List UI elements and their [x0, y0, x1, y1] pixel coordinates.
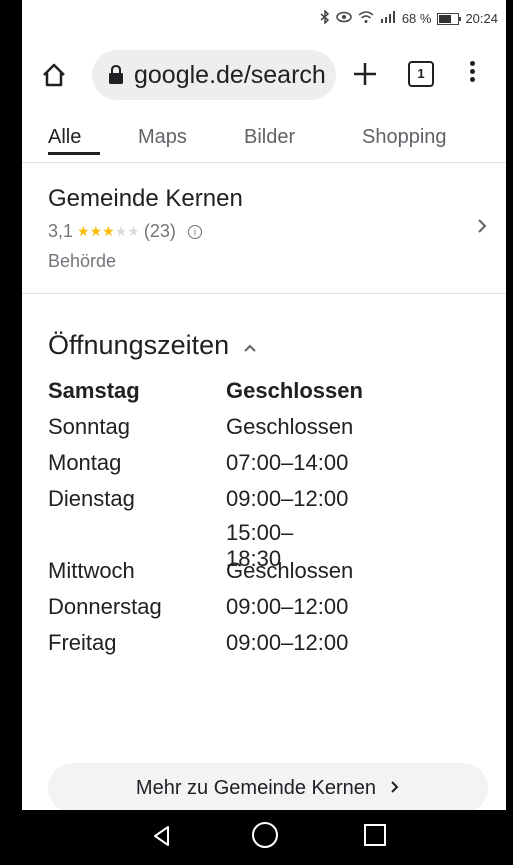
lock-icon	[108, 64, 124, 85]
tab-maps[interactable]: Maps	[138, 126, 187, 149]
chevron-right-icon	[390, 778, 400, 799]
tab-alle[interactable]: Alle	[48, 126, 81, 149]
phone-screen: 68 % 20:24 google.de/search 1 Alle Maps …	[22, 0, 506, 865]
hours-header[interactable]: Öffnungszeiten	[48, 330, 257, 361]
plus-icon	[354, 63, 376, 85]
browser-toolbar: google.de/search 1	[22, 40, 506, 110]
star-rating: ★★★★★	[77, 223, 140, 240]
hours-time: 07:00–14:00	[226, 450, 349, 475]
status-time: 20:24	[465, 11, 498, 26]
hours-day: Freitag	[48, 630, 117, 655]
business-name: Gemeinde Kernen	[48, 185, 243, 212]
menu-icon[interactable]	[468, 58, 476, 92]
address-bar[interactable]: google.de/search	[92, 50, 336, 100]
chevron-up-icon[interactable]	[243, 340, 257, 358]
home-circle-icon[interactable]	[252, 822, 278, 848]
tab-bilder[interactable]: Bilder	[244, 126, 295, 149]
hours-day: Samstag	[48, 378, 140, 403]
star-filled-icon: ★	[89, 223, 103, 239]
rating-row: 3,1 ★★★★★ (23) i	[48, 221, 202, 242]
more-about-button[interactable]: Mehr zu Gemeinde Kernen	[48, 763, 488, 813]
new-tab-button[interactable]	[350, 54, 380, 98]
rating-value: 3,1	[48, 221, 74, 241]
battery-fill	[439, 14, 452, 23]
status-icons: 68 % 20:24	[320, 9, 498, 27]
hours-day: Montag	[48, 450, 122, 475]
hours-day: Donnerstag	[48, 594, 162, 619]
eye-icon	[336, 11, 352, 26]
review-count: (23)	[143, 221, 176, 241]
battery-icon	[437, 12, 462, 25]
tab-switcher-button[interactable]: 1	[408, 61, 434, 87]
business-card[interactable]: Gemeinde Kernen 3,1 ★★★★★ (23) i Behörde	[22, 163, 506, 294]
more-about-label: Mehr zu Gemeinde Kernen	[135, 776, 377, 799]
hours-day: Sonntag	[48, 414, 130, 439]
home-icon	[43, 63, 65, 87]
hours-time: 09:00–12:00	[226, 486, 349, 511]
active-tab-indicator	[48, 152, 100, 155]
battery-percent: 68 %	[401, 11, 432, 26]
signal-icon	[380, 11, 396, 26]
business-category: Behörde	[48, 251, 117, 271]
status-bar: 68 % 20:24	[22, 0, 506, 36]
search-tabs: Alle Maps Bilder Shopping	[22, 118, 506, 163]
hours-title: Öffnungszeiten	[48, 330, 230, 360]
hours-time: Geschlossen	[226, 378, 363, 403]
recents-icon[interactable]	[364, 824, 386, 846]
star-empty-icon: ★	[114, 223, 128, 239]
bluetooth-icon	[320, 9, 330, 27]
tab-shopping[interactable]: Shopping	[362, 126, 447, 149]
system-nav-bar	[22, 810, 506, 865]
device-frame-left	[0, 0, 22, 865]
back-icon[interactable]	[150, 824, 174, 848]
device-frame-right	[506, 0, 513, 865]
star-empty-icon: ★	[127, 223, 140, 239]
hours-day: Dienstag	[48, 486, 135, 511]
hours-time: 09:00–12:00	[226, 594, 349, 619]
chevron-right-icon[interactable]	[476, 215, 488, 241]
wifi-icon	[358, 10, 374, 27]
hours-time: Geschlossen	[226, 558, 354, 583]
hours-day: Mittwoch	[48, 558, 135, 583]
star-filled-icon: ★	[77, 223, 90, 239]
info-icon[interactable]: i	[187, 224, 202, 239]
url-text: google.de/search	[134, 60, 326, 89]
home-button[interactable]	[40, 61, 68, 89]
star-filled-icon: ★	[102, 223, 115, 239]
hours-time: Geschlossen	[226, 414, 354, 439]
hours-time: 09:00–12:00	[226, 630, 349, 655]
